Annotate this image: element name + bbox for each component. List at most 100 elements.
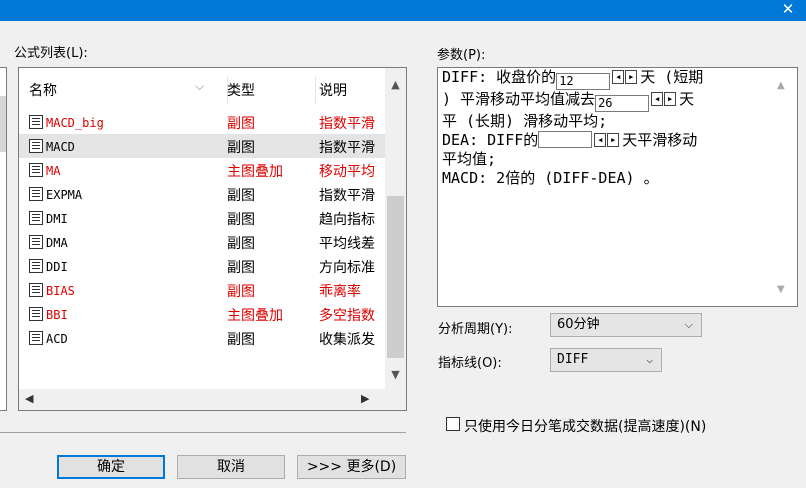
- list-item-type: 副图: [227, 284, 255, 300]
- indicator-line-value: DIFF: [557, 352, 589, 367]
- horizontal-scrollbar[interactable]: ◀ ▶: [19, 389, 406, 410]
- list-item-type: 副图: [227, 140, 255, 156]
- list-item-desc: 方向标准: [319, 260, 375, 276]
- list-item-name-text: EXPMA: [46, 188, 83, 202]
- list-rows: MACD_big 副图 指数平滑 MACD 副图 指数平滑 MA 主图叠加 移动平均 EXPMA 副…: [19, 110, 385, 350]
- today-data-checkbox[interactable]: [446, 417, 460, 431]
- spin-left-icon[interactable]: ◀: [594, 133, 607, 147]
- params-label: 参数(P):: [437, 48, 486, 63]
- list-item-desc: 指数平滑: [319, 116, 375, 132]
- spin-left-icon[interactable]: ◀: [612, 70, 625, 84]
- list-item[interactable]: EXPMA 副图 指数平滑: [19, 182, 385, 206]
- scroll-down-icon[interactable]: ▼: [777, 284, 785, 295]
- list-item-name: ACD: [29, 331, 219, 346]
- list-item-name: MA: [29, 163, 219, 178]
- dea-days-spinner[interactable]: ◀ ▶: [594, 133, 620, 147]
- scroll-right-icon[interactable]: ▶: [361, 392, 369, 405]
- list-item[interactable]: ACD 副图 收集派发: [19, 326, 385, 350]
- scroll-up-icon[interactable]: ▲: [385, 78, 406, 91]
- list-item[interactable]: BBI 主图叠加 多空指数: [19, 302, 385, 326]
- list-item-type: 副图: [227, 212, 255, 228]
- formula-icon: [29, 307, 43, 321]
- list-item[interactable]: BIAS 副图 乖离率: [19, 278, 385, 302]
- list-item-desc: 指数平滑: [319, 140, 375, 156]
- params-text-fragment: 天: [679, 90, 695, 108]
- list-item[interactable]: MACD_big 副图 指数平滑: [19, 110, 385, 134]
- diff-short-input[interactable]: 12: [556, 73, 611, 90]
- title-bar: ✕: [0, 0, 806, 21]
- params-text-fragment: DIFF: 收盘价的: [442, 68, 557, 86]
- list-item-type: 副图: [227, 332, 255, 348]
- list-item-name-text: ACD: [46, 332, 68, 346]
- column-divider[interactable]: [315, 76, 316, 104]
- diff-short-spinner[interactable]: ◀ ▶: [612, 70, 638, 84]
- formula-icon: [29, 163, 43, 177]
- formula-icon: [29, 187, 43, 201]
- left-panel-edge: [0, 67, 7, 411]
- chevron-down-icon: ⌵: [684, 318, 693, 331]
- spin-right-icon[interactable]: ▶: [625, 70, 638, 84]
- today-data-checkbox-label[interactable]: 只使用今日分笔成交数据(提高速度)(N): [464, 416, 706, 436]
- indicator-line-select[interactable]: DIFF ⌵: [550, 348, 662, 372]
- period-select[interactable]: 60分钟 ⌵: [550, 313, 702, 337]
- list-item-desc: 多空指数: [319, 308, 375, 324]
- scroll-down-icon[interactable]: ▼: [385, 368, 406, 381]
- spin-right-icon[interactable]: ▶: [607, 133, 620, 147]
- column-header-desc[interactable]: 说明: [319, 80, 347, 100]
- params-line: 平均值;: [442, 150, 497, 168]
- spin-right-icon[interactable]: ▶: [664, 92, 677, 106]
- vertical-scrollbar[interactable]: ▲ ▼: [385, 68, 406, 389]
- formula-icon: [29, 235, 43, 249]
- params-line: DEA: DIFF的 ◀ ▶ 天平滑移动: [442, 131, 776, 150]
- list-item[interactable]: DMA 副图 平均线差: [19, 230, 385, 254]
- cancel-button[interactable]: 取消: [177, 455, 285, 479]
- list-item-name-text: BIAS: [46, 284, 75, 298]
- spin-left-icon[interactable]: ◀: [651, 92, 664, 106]
- period-label: 分析周期(Y):: [438, 322, 513, 337]
- list-item[interactable]: DDI 副图 方向标准: [19, 254, 385, 278]
- list-item-name: MACD: [29, 139, 219, 154]
- params-text-fragment: 天 (短期: [640, 68, 704, 86]
- list-item-name-text: MACD: [46, 140, 75, 154]
- list-item-name: DMA: [29, 235, 219, 250]
- list-item-name: BBI: [29, 307, 219, 322]
- diff-long-input[interactable]: 26: [595, 95, 650, 112]
- ok-button[interactable]: 确定: [57, 455, 165, 479]
- list-item-type: 主图叠加: [227, 164, 283, 180]
- column-header-name[interactable]: 名称: [29, 80, 57, 100]
- list-item-name-text: MACD_big: [46, 116, 104, 130]
- close-icon[interactable]: ✕: [770, 0, 806, 21]
- list-item-name: MACD_big: [29, 115, 219, 130]
- params-line: ) 平滑移动平均值减去 26 ◀ ▶ 天: [442, 90, 776, 112]
- list-item-desc: 移动平均: [319, 164, 375, 180]
- formula-list[interactable]: 名称 ⌵ 类型 说明 MACD_big 副图 指数平滑 MACD 副图 指数平滑 MA 主图叠…: [18, 67, 407, 411]
- list-item[interactable]: MACD 副图 指数平滑: [19, 134, 385, 158]
- column-header-type[interactable]: 类型: [227, 80, 255, 100]
- scroll-corner: [385, 389, 406, 410]
- indicator-line-label: 指标线(O):: [438, 356, 502, 371]
- list-item[interactable]: DMI 副图 趋向指标: [19, 206, 385, 230]
- formula-icon: [29, 211, 43, 225]
- scroll-left-icon[interactable]: ◀: [25, 392, 33, 405]
- sort-arrow-icon[interactable]: ⌵: [195, 79, 204, 94]
- list-item-name: BIAS: [29, 283, 219, 298]
- diff-long-spinner[interactable]: ◀ ▶: [651, 92, 677, 106]
- divider: [0, 432, 406, 433]
- dea-days-input[interactable]: [538, 131, 593, 148]
- more-button[interactable]: >>> 更多(D): [297, 455, 406, 479]
- formula-icon: [29, 259, 43, 273]
- scroll-up-icon[interactable]: ▲: [777, 80, 785, 91]
- period-value: 60分钟: [557, 317, 600, 332]
- formula-list-label: 公式列表(L):: [14, 46, 88, 61]
- list-item-type: 副图: [227, 260, 255, 276]
- params-line: 平 (长期) 滑移动平均;: [442, 112, 608, 130]
- scroll-thumb[interactable]: [387, 196, 404, 358]
- list-item[interactable]: MA 主图叠加 移动平均: [19, 158, 385, 182]
- list-item-desc: 趋向指标: [319, 212, 375, 228]
- list-item-name-text: DMA: [46, 236, 68, 250]
- list-item-name-text: MA: [46, 164, 61, 178]
- params-text-fragment: ) 平滑移动平均值减去: [442, 90, 596, 108]
- list-item-desc: 指数平滑: [319, 188, 375, 204]
- params-text: DIFF: 收盘价的 12 ◀ ▶ 天 (短期 ) 平滑移动平均值减去 26 ◀ ▶ 天 平 (…: [442, 68, 776, 188]
- list-item-type: 副图: [227, 236, 255, 252]
